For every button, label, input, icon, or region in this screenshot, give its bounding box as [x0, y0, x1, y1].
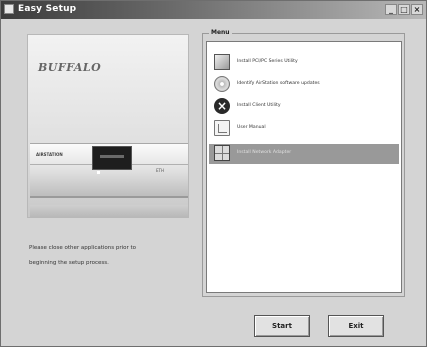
- device-base: [30, 205, 188, 217]
- device-display-text: [100, 155, 124, 158]
- device-display: [92, 146, 132, 170]
- setup-hint: Please close other applications prior to…: [29, 241, 199, 271]
- cd-disc-icon: [214, 76, 230, 92]
- menu-item-label: Install Network Adapter: [237, 150, 292, 155]
- hint-line-2: beginning the setup process.: [29, 260, 109, 266]
- easy-setup-window: Easy Setup _ □ × BUFFALO AIRSTATION ETH …: [0, 0, 427, 347]
- brand-logo: BUFFALO: [38, 61, 102, 74]
- menu-item-label: Identify AirStation software updates: [237, 81, 320, 86]
- device-image: AIRSTATION ETH: [30, 143, 188, 198]
- title-bar[interactable]: Easy Setup _ □ ×: [1, 1, 426, 19]
- x-install-icon: ×: [214, 98, 230, 114]
- window-title: Easy Setup: [18, 4, 77, 14]
- menu-item-label: Install PCI/PC Series Utility: [237, 59, 298, 64]
- menu-item-identify-updates[interactable]: Identify AirStation software updates: [209, 75, 399, 95]
- start-button[interactable]: Start: [254, 315, 310, 337]
- menu-item-install-pci-utility[interactable]: Install PCI/PC Series Utility: [209, 53, 399, 73]
- device-tag: ETH: [156, 168, 164, 173]
- device-led: [97, 171, 100, 174]
- menu-item-install-network-adapter[interactable]: Install Network Adapter: [209, 144, 399, 164]
- menu-group-label: Menu: [209, 29, 232, 36]
- app-icon: [4, 4, 14, 14]
- network-adapter-icon: [214, 145, 230, 161]
- menu-item-label: Install Client Utility: [237, 103, 281, 108]
- exit-button[interactable]: Exit: [328, 315, 384, 337]
- close-button[interactable]: ×: [411, 4, 423, 15]
- maximize-button[interactable]: □: [398, 4, 410, 15]
- menu-item-label: User Manual: [237, 125, 266, 130]
- menu-list[interactable]: Install PCI/PC Series Utility Identify A…: [206, 41, 402, 293]
- device-front-label: AIRSTATION: [36, 152, 63, 157]
- product-image-panel: BUFFALO AIRSTATION ETH: [27, 34, 189, 218]
- minimize-button[interactable]: _: [385, 4, 397, 15]
- menu-item-install-client-utility[interactable]: × Install Client Utility: [209, 97, 399, 117]
- menu-item-user-manual[interactable]: User Manual: [209, 119, 399, 139]
- installer-box-icon: [214, 54, 230, 70]
- hint-line-1: Please close other applications prior to: [29, 245, 137, 251]
- manual-book-icon: [214, 120, 230, 136]
